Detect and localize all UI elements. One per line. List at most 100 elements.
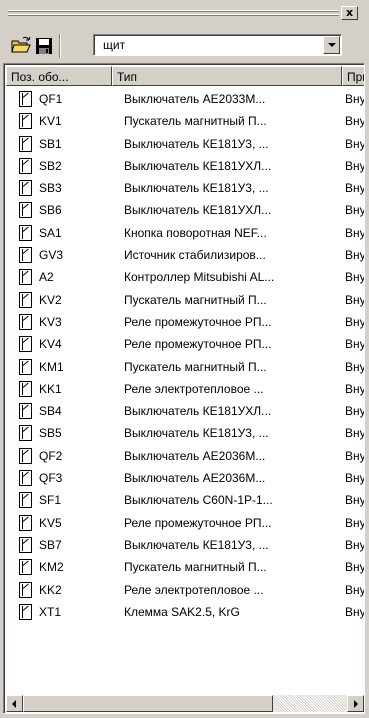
horizontal-scrollbar[interactable]: [6, 695, 364, 712]
row-position: SA1: [39, 225, 62, 240]
list-item[interactable]: KK2 Реле электротепловое ... Вну: [6, 579, 364, 601]
components-list[interactable]: Поз. обо... Тип При QF1 Выключатель АЕ203…: [3, 63, 365, 714]
list-item[interactable]: QF1 Выключатель АЕ2033М... Вну: [6, 88, 364, 110]
row-placement: Вну: [345, 404, 365, 419]
component-symbol-icon: [19, 247, 32, 264]
row-position: SB5: [39, 426, 62, 441]
row-placement: Вну: [345, 448, 365, 463]
list-item[interactable]: KV5 Реле промежуточное РП... Вну: [6, 512, 364, 534]
component-symbol-icon: [19, 447, 32, 464]
component-symbol-icon: [19, 559, 32, 576]
row-type: Контроллер Mitsubishi AL...: [124, 270, 275, 285]
list-item[interactable]: SB3 Выключатель КЕ181У3, ... Вну: [6, 177, 365, 199]
row-placement: Вну: [345, 560, 365, 575]
toolbar-separator: [59, 34, 61, 58]
list-item[interactable]: SB2 Выключатель КЕ181УХЛ... Вну: [6, 155, 364, 177]
list-item[interactable]: SF1 Выключатель C60N-1P-1... Вну: [6, 489, 365, 511]
row-position: SB4: [39, 404, 62, 419]
components-panel: x щит Поз. обо... Тип При QF1 Выключатель…: [0, 0, 369, 718]
component-symbol-icon: [19, 313, 32, 330]
list-item[interactable]: SB1 Выключатель КЕ181У3, ... Вну: [6, 133, 365, 155]
list-item[interactable]: SB7 Выключатель КЕ181У3, ... Вну: [6, 534, 365, 556]
list-item[interactable]: KK1 Реле электротепловое ... Вну: [6, 378, 365, 400]
component-symbol-icon: [19, 425, 32, 442]
row-type: Реле промежуточное РП...: [124, 314, 272, 329]
column-header-type[interactable]: Тип: [112, 66, 342, 86]
list-item[interactable]: KM1 Пускатель магнитный П... Вну: [6, 356, 364, 378]
row-placement: Вну: [345, 114, 365, 129]
row-placement: Вну: [345, 381, 365, 396]
row-type: Реле электротепловое ...: [124, 582, 264, 597]
row-position: SB7: [39, 537, 62, 552]
list-rows: QF1 Выключатель АЕ2033М... Вну KV1 Пускатель…: [6, 88, 365, 623]
row-position: KV5: [39, 515, 62, 530]
row-type: Выключатель КЕ181У3, ...: [124, 537, 269, 552]
list-item[interactable]: KM2 Пускатель магнитный П... Вну: [6, 556, 365, 578]
row-position: KV2: [39, 292, 62, 307]
row-placement: Вну: [345, 537, 365, 552]
component-symbol-icon: [19, 536, 32, 553]
list-item[interactable]: QF2 Выключатель АЕ2036М... Вну: [6, 445, 365, 467]
panel-grip[interactable]: [8, 10, 339, 18]
row-type: Выключатель КЕ181УХЛ...: [124, 404, 272, 419]
column-header-position[interactable]: Поз. обо...: [6, 66, 112, 86]
component-symbol-icon: [19, 291, 32, 308]
close-button[interactable]: x: [341, 6, 358, 20]
component-symbol-icon: [19, 581, 32, 598]
cabinet-combo[interactable]: щит: [93, 34, 342, 56]
scroll-right-arrow-icon[interactable]: [347, 695, 364, 712]
list-item[interactable]: GV3 Источник стабилизиров... Вну: [6, 244, 365, 266]
combo-value: щит: [103, 38, 126, 52]
row-position: SB1: [39, 136, 62, 151]
row-type: Реле промежуточное РП...: [124, 515, 272, 530]
list-item[interactable]: SB6 Выключатель КЕ181УХЛ... Вну: [6, 199, 364, 221]
list-item[interactable]: XT1 Клемма SAK2.5, KrG Вну: [6, 601, 364, 623]
list-item[interactable]: SB5 Выключатель КЕ181У3, ... Вну: [6, 422, 365, 444]
list-item[interactable]: A2 Контроллер Mitsubishi AL... Вну: [6, 266, 365, 288]
component-symbol-icon: [19, 603, 32, 620]
list-item[interactable]: KV4 Реле промежуточное РП... Вну: [6, 333, 365, 355]
row-type: Выключатель КЕ181У3, ...: [124, 136, 269, 151]
row-type: Выключатель C60N-1P-1...: [124, 493, 273, 508]
row-type: Выключатель КЕ181УХЛ...: [124, 158, 272, 173]
row-placement: Вну: [345, 181, 365, 196]
row-position: KK2: [39, 582, 62, 597]
component-symbol-icon: [19, 358, 32, 375]
component-symbol-icon: [19, 269, 32, 286]
row-placement: Вну: [345, 136, 365, 151]
scroll-left-arrow-icon[interactable]: [6, 695, 23, 712]
row-position: GV3: [39, 248, 64, 263]
row-placement: Вну: [345, 337, 365, 352]
row-position: QF1: [39, 92, 63, 106]
row-placement: Вну: [345, 270, 365, 285]
row-type: Выключатель АЕ2036М...: [124, 448, 266, 463]
row-position: KV4: [39, 337, 62, 352]
component-symbol-icon: [19, 202, 32, 219]
list-item[interactable]: SB4 Выключатель КЕ181УХЛ... Вну: [6, 400, 365, 422]
row-position: KK1: [39, 381, 62, 396]
row-type: Реле электротепловое ...: [124, 381, 264, 396]
row-type: Выключатель КЕ181У3, ...: [124, 181, 269, 196]
list-item[interactable]: QF3 Выключатель АЕ2036М... Вну: [6, 467, 365, 489]
row-position: KM1: [39, 359, 64, 374]
row-type: Источник стабилизиров...: [124, 248, 266, 263]
chevron-down-icon[interactable]: [323, 36, 340, 54]
row-placement: Вну: [345, 493, 365, 508]
row-placement: Вну: [345, 248, 365, 263]
floppy-save-icon[interactable]: [33, 35, 55, 57]
folder-open-icon[interactable]: [10, 35, 32, 57]
list-item[interactable]: KV2 Пускатель магнитный П... Вну: [6, 289, 364, 311]
row-placement: Вну: [345, 471, 365, 486]
row-type: Выключатель АЕ2036М...: [124, 471, 266, 486]
scrollbar-thumb[interactable]: [23, 695, 273, 712]
row-placement: Вну: [345, 426, 365, 441]
list-item[interactable]: KV3 Реле промежуточное РП... Вну: [6, 311, 365, 333]
row-position: KM2: [39, 560, 64, 575]
list-item[interactable]: KV1 Пускатель магнитный П... Вну: [6, 110, 365, 132]
component-symbol-icon: [19, 380, 32, 397]
row-placement: Вну: [345, 314, 365, 329]
row-position: SB2: [39, 158, 62, 173]
column-header-placement[interactable]: При: [342, 66, 364, 86]
list-item[interactable]: SA1 Кнопка поворотная NEF... Вну: [6, 222, 364, 244]
component-symbol-icon: [19, 224, 32, 241]
